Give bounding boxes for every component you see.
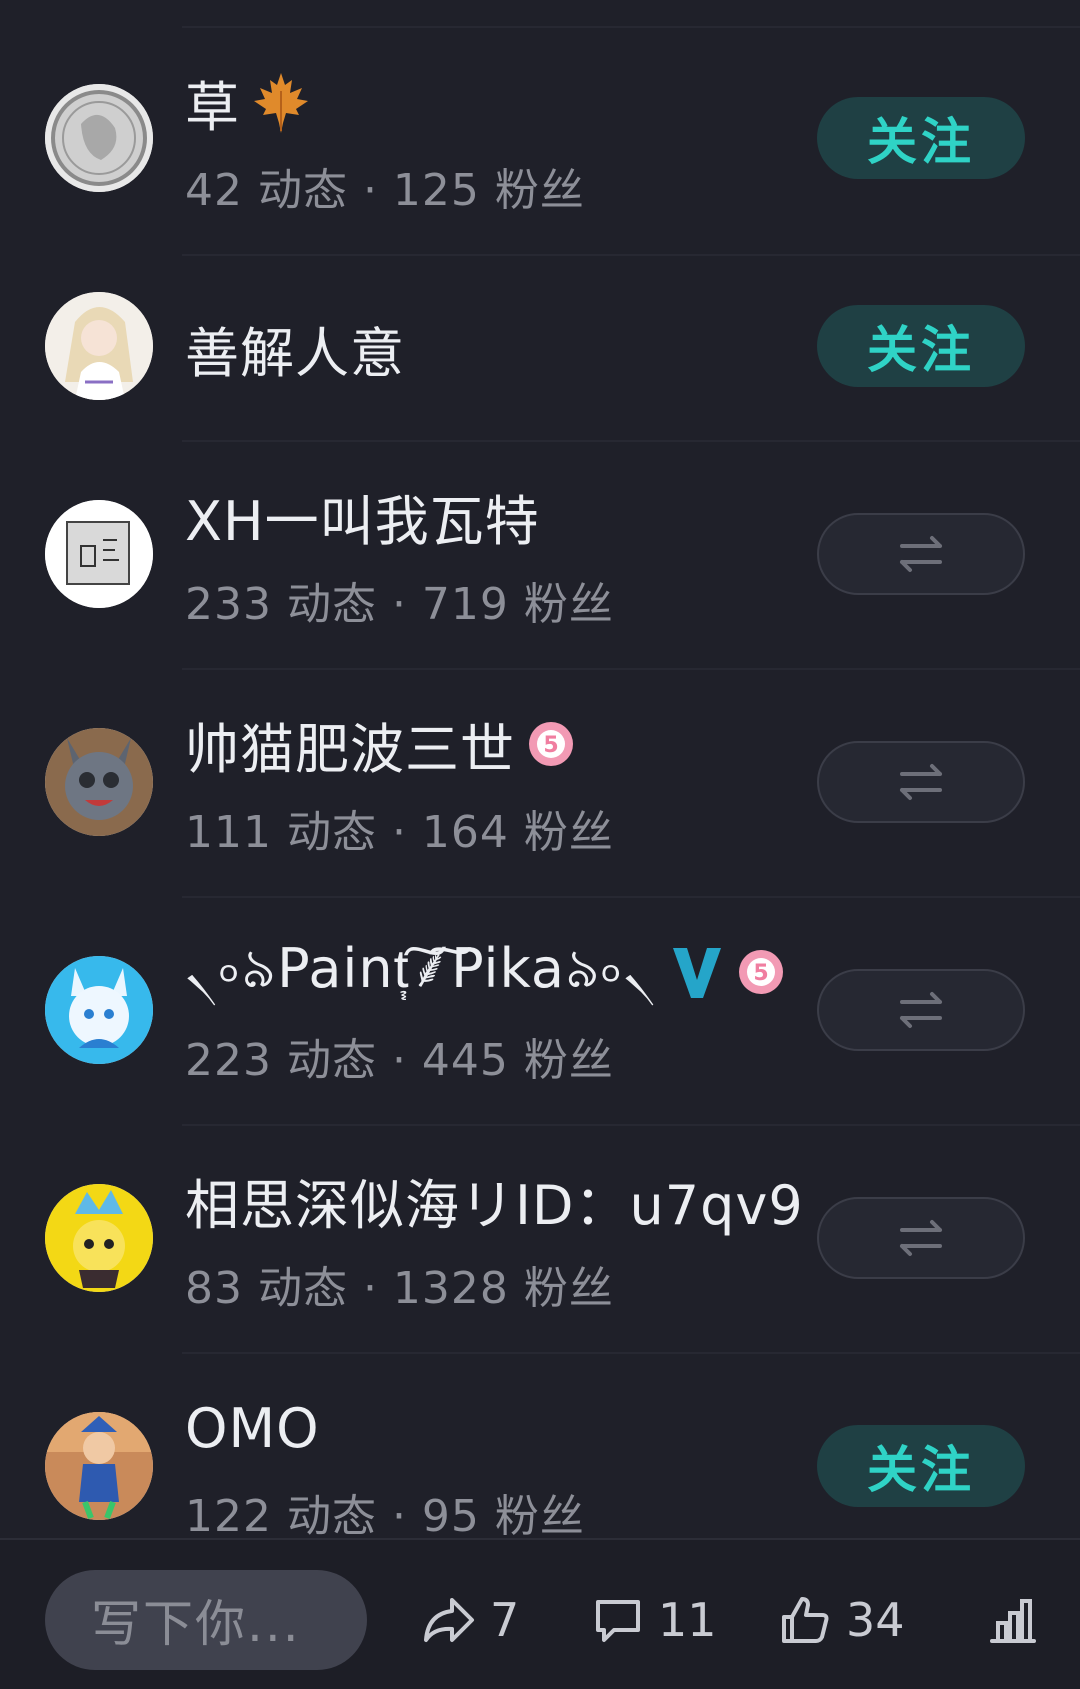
user-row[interactable]: 善解人意 关注: [0, 256, 1080, 442]
share-icon: [424, 1598, 474, 1642]
avatar[interactable]: [45, 1412, 153, 1520]
share-count: 7: [490, 1593, 520, 1647]
stats-button[interactable]: [986, 1582, 1040, 1658]
comment-button[interactable]: 11: [592, 1582, 717, 1658]
mutual-follow-button[interactable]: [817, 1197, 1025, 1279]
user-name[interactable]: 草: [185, 63, 240, 142]
bar-chart-icon: [990, 1599, 1036, 1643]
user-row[interactable]: 帅猫肥波三世 5 111 动态 · 164 粉丝: [0, 670, 1080, 898]
like-count: 34: [846, 1593, 905, 1647]
user-name[interactable]: 帅猫肥波三世: [185, 705, 515, 784]
user-row[interactable]: 相思深似海リID：u7qv9 83 动态 · 1328 粉丝: [0, 1126, 1080, 1354]
user-stats: 111 动态 · 164 粉丝: [185, 807, 614, 858]
follow-button[interactable]: 关注: [817, 97, 1025, 179]
user-name[interactable]: OMO: [185, 1397, 320, 1460]
bottom-action-bar: 写下你... 7 11 34: [0, 1538, 1080, 1689]
comment-count: 11: [658, 1593, 717, 1647]
svg-text:5: 5: [753, 961, 768, 986]
maple-leaf-icon: [252, 71, 310, 133]
svg-text:5: 5: [543, 733, 558, 758]
user-stats: 42 动态 · 125 粉丝: [185, 165, 585, 216]
user-list: 草 42 动态 · 125 粉丝 关注 善解人意 关注 XH一叫我瓦特 233 …: [0, 0, 1080, 1538]
mutual-follow-icon: [900, 764, 942, 800]
user-row[interactable]: ৲৹৯Paint᷂͠⸙͠Pika৯৹৲ 5 223 动态 · 445 粉丝: [0, 898, 1080, 1126]
avatar[interactable]: [45, 728, 153, 836]
avatar[interactable]: [45, 1184, 153, 1292]
user-stats: 83 动态 · 1328 粉丝: [185, 1263, 614, 1314]
mutual-follow-button[interactable]: [817, 741, 1025, 823]
comment-input[interactable]: 写下你...: [45, 1570, 367, 1670]
user-stats: 233 动态 · 719 粉丝: [185, 579, 614, 630]
avatar[interactable]: [45, 84, 153, 192]
avatar[interactable]: [45, 292, 153, 400]
follow-button[interactable]: 关注: [817, 1425, 1025, 1507]
user-stats: 122 动态 · 95 粉丝: [185, 1491, 585, 1538]
follow-button[interactable]: 关注: [817, 305, 1025, 387]
verified-v-icon: [669, 944, 725, 1000]
comment-icon: [596, 1600, 640, 1642]
mutual-follow-button[interactable]: [817, 969, 1025, 1051]
mutual-follow-button[interactable]: [817, 513, 1025, 595]
user-name[interactable]: 相思深似海リID：u7qv9: [185, 1161, 804, 1240]
user-row[interactable]: XH一叫我瓦特 233 动态 · 719 粉丝: [0, 442, 1080, 670]
user-row[interactable]: OMO 122 动态 · 95 粉丝 关注: [0, 1354, 1080, 1538]
user-row[interactable]: 草 42 动态 · 125 粉丝 关注: [0, 28, 1080, 256]
thumbs-up-icon: [782, 1597, 829, 1643]
user-name[interactable]: 善解人意: [185, 309, 405, 388]
mutual-follow-icon: [900, 536, 942, 572]
user-name[interactable]: XH一叫我瓦特: [185, 477, 540, 556]
level-badge-icon: 5: [527, 720, 575, 768]
avatar[interactable]: [45, 956, 153, 1064]
share-button[interactable]: 7: [420, 1582, 519, 1658]
mutual-follow-icon: [900, 1220, 942, 1256]
avatar[interactable]: [45, 500, 153, 608]
mutual-follow-icon: [900, 992, 942, 1028]
user-name[interactable]: ৲৹৯Paint᷂͠⸙͠Pika৯৹৲: [185, 927, 657, 1017]
user-stats: 223 动态 · 445 粉丝: [185, 1035, 614, 1086]
like-button[interactable]: 34: [778, 1582, 905, 1658]
level-badge-icon: 5: [737, 948, 785, 996]
